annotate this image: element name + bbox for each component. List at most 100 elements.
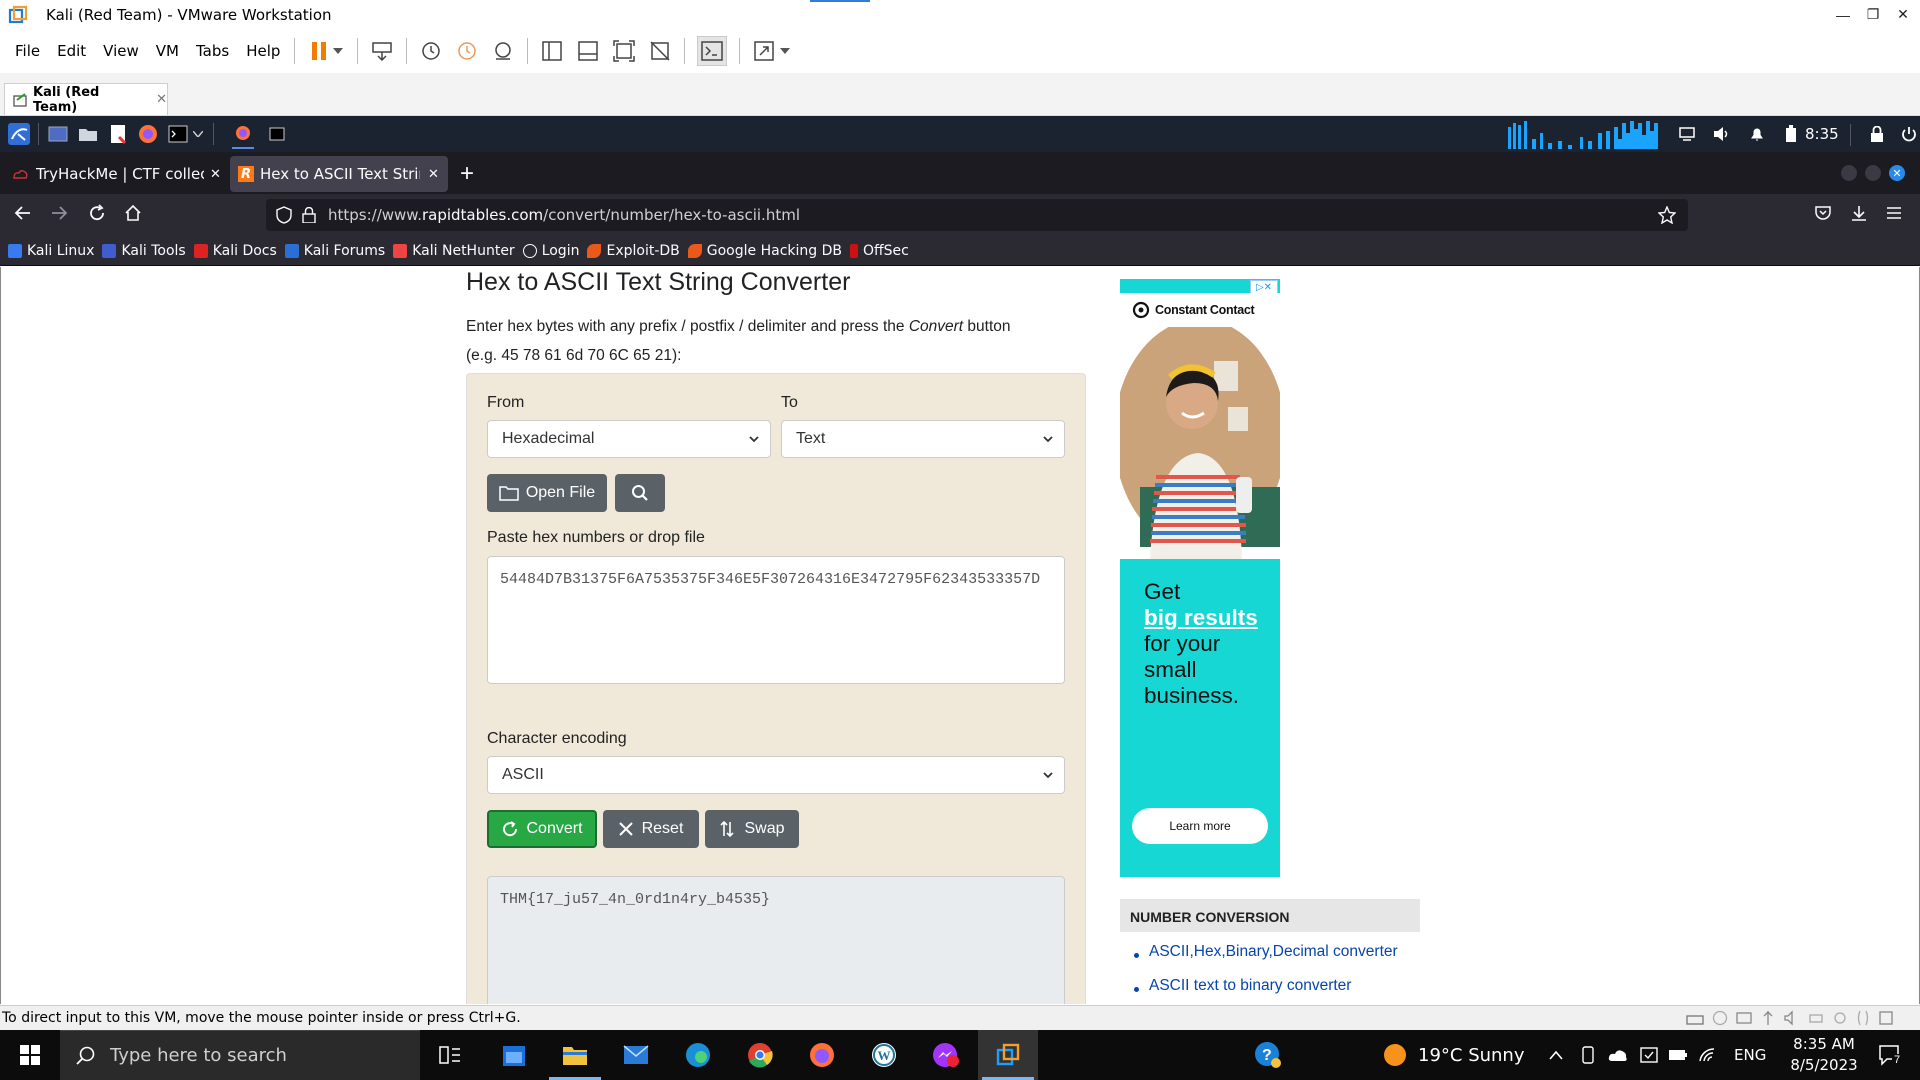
- minimize-button[interactable]: —: [1828, 0, 1858, 29]
- weather-widget[interactable]: 19°C Sunny: [1384, 1030, 1525, 1080]
- start-button[interactable]: [0, 1030, 60, 1080]
- minimize-browser-button[interactable]: [1841, 165, 1857, 181]
- display-icon[interactable]: [1676, 123, 1698, 145]
- reset-button[interactable]: Reset: [603, 810, 699, 848]
- from-select[interactable]: Hexadecimal: [487, 420, 771, 458]
- notification-bell-icon[interactable]: [1746, 123, 1768, 145]
- chevron-down-icon[interactable]: [778, 39, 792, 63]
- close-icon[interactable]: ✕: [156, 92, 167, 107]
- revert-snapshot-icon[interactable]: [455, 39, 479, 63]
- taskbar-clock[interactable]: 8:35 AM 8/5/2023: [1776, 1030, 1872, 1080]
- chevron-down-icon[interactable]: [193, 131, 203, 137]
- language-indicator[interactable]: ENG: [1734, 1030, 1766, 1080]
- show-desktop-icon[interactable]: [47, 123, 69, 145]
- ad-learn-more-button[interactable]: Learn more: [1132, 808, 1268, 844]
- network-adapter-icon[interactable]: [1736, 1010, 1752, 1026]
- bookmark-login[interactable]: Login: [522, 243, 579, 259]
- meet-now-icon[interactable]: [1580, 1030, 1596, 1080]
- thumbnail-bar-icon[interactable]: [576, 39, 600, 63]
- menu-vm[interactable]: VM: [154, 38, 181, 64]
- firefox-browser-icon[interactable]: [792, 1030, 852, 1080]
- message-log-icon[interactable]: [1878, 1010, 1894, 1026]
- battery-icon[interactable]: [1668, 1030, 1688, 1080]
- bookmark-kali-tools[interactable]: Kali Tools: [102, 243, 186, 259]
- browser-tab-tryhackme[interactable]: TryHackMe | CTF collectio ✕: [6, 156, 228, 192]
- chrome-browser-icon[interactable]: [730, 1030, 790, 1080]
- home-icon[interactable]: [124, 204, 142, 222]
- bookmark-kali-docs[interactable]: Kali Docs: [193, 243, 277, 259]
- new-tab-icon[interactable]: +: [460, 160, 474, 188]
- link-ascii-to-binary[interactable]: ASCII text to binary converter: [1149, 977, 1351, 995]
- firefox-icon[interactable]: [137, 123, 159, 145]
- menu-help[interactable]: Help: [244, 38, 282, 64]
- snapshot-icon[interactable]: [419, 39, 443, 63]
- sound-card-icon[interactable]: [1784, 1010, 1800, 1026]
- swap-button[interactable]: Swap: [705, 810, 799, 848]
- help-icon[interactable]: ?: [1238, 1030, 1298, 1080]
- downloads-icon[interactable]: [1850, 204, 1868, 222]
- wifi-icon[interactable]: [1698, 1030, 1716, 1080]
- menu-tabs[interactable]: Tabs: [194, 38, 231, 64]
- taskbar-search[interactable]: Type here to search: [60, 1030, 420, 1080]
- file-manager-icon[interactable]: [77, 123, 99, 145]
- mail-app-icon[interactable]: [606, 1030, 666, 1080]
- pocket-icon[interactable]: [1814, 205, 1832, 221]
- file-explorer-icon[interactable]: [545, 1030, 605, 1080]
- task-view-icon[interactable]: [420, 1030, 480, 1080]
- output-textarea[interactable]: THM{17_ju57_4n_0rd1n4ry_b4535}: [487, 876, 1065, 1004]
- encoding-select[interactable]: ASCII: [487, 756, 1065, 794]
- taskbar-terminal-window[interactable]: [266, 123, 288, 145]
- bookmark-kali-linux[interactable]: Kali Linux: [8, 243, 94, 259]
- forward-icon[interactable]: [50, 204, 68, 222]
- text-editor-icon[interactable]: [107, 123, 129, 145]
- vmware-workstation-taskbar-icon[interactable]: [978, 1030, 1038, 1080]
- volume-icon[interactable]: [1711, 123, 1733, 145]
- ad-choices-icon[interactable]: ▷✕: [1250, 280, 1278, 294]
- lock-icon[interactable]: [302, 207, 316, 223]
- convert-button[interactable]: Convert: [487, 810, 597, 848]
- shared-folder-icon[interactable]: [1856, 1010, 1870, 1026]
- close-browser-button[interactable]: ✕: [1889, 165, 1905, 181]
- hamburger-menu-icon[interactable]: [1886, 206, 1902, 220]
- usb-icon[interactable]: [1760, 1010, 1776, 1026]
- panel-clock[interactable]: 8:35: [1805, 125, 1839, 143]
- cd-drive-icon[interactable]: [1712, 1010, 1728, 1026]
- unity-icon[interactable]: [648, 39, 672, 63]
- bookmark-kali-forums[interactable]: Kali Forums: [284, 243, 385, 259]
- open-file-button[interactable]: Open File: [487, 474, 607, 512]
- ad-banner[interactable]: ▷✕ Constant Contact Get big results for …: [1120, 279, 1280, 877]
- to-select[interactable]: Text: [781, 420, 1065, 458]
- close-window-button[interactable]: ✕: [1888, 0, 1918, 29]
- restore-button[interactable]: ❐: [1858, 0, 1888, 29]
- stretch-icon[interactable]: [752, 39, 776, 63]
- send-keys-icon[interactable]: [370, 39, 394, 63]
- menu-file[interactable]: File: [13, 38, 42, 64]
- snapshot-manager-icon[interactable]: [491, 39, 515, 63]
- security-icon[interactable]: [1640, 1030, 1658, 1080]
- display-device-icon[interactable]: [1832, 1010, 1848, 1026]
- bookmark-exploit-db[interactable]: Exploit-DB: [587, 243, 680, 259]
- bookmark-star-icon[interactable]: [1658, 206, 1676, 224]
- wordpress-icon[interactable]: W: [854, 1030, 914, 1080]
- link-ascii-hex-binary-decimal[interactable]: ASCII,Hex,Binary,Decimal converter: [1149, 943, 1398, 961]
- hard-disk-icon[interactable]: [1686, 1010, 1704, 1026]
- bookmark-kali-nethunter[interactable]: Kali NetHunter: [393, 243, 515, 259]
- kali-menu-icon[interactable]: [8, 123, 30, 145]
- reload-icon[interactable]: [88, 204, 106, 222]
- menu-view[interactable]: View: [101, 38, 141, 64]
- close-icon[interactable]: ✕: [210, 167, 221, 182]
- calendar-app-icon[interactable]: [484, 1030, 544, 1080]
- battery-icon[interactable]: [1780, 123, 1802, 145]
- fullscreen-icon[interactable]: [612, 39, 636, 63]
- menu-edit[interactable]: Edit: [55, 38, 88, 64]
- console-view-icon[interactable]: [697, 36, 728, 66]
- close-icon[interactable]: ✕: [428, 167, 439, 182]
- power-icon[interactable]: [1898, 123, 1920, 145]
- bookmark-google-hacking-db[interactable]: Google Hacking DB: [687, 243, 842, 259]
- hex-input-textarea[interactable]: 54484D7B31375F6A7535375F346E5F307264316E…: [487, 556, 1065, 684]
- messenger-icon[interactable]: [916, 1030, 976, 1080]
- lock-icon[interactable]: [1866, 123, 1888, 145]
- maximize-browser-button[interactable]: [1865, 165, 1881, 181]
- show-hidden-icons[interactable]: [1548, 1030, 1564, 1080]
- back-icon[interactable]: [14, 204, 32, 222]
